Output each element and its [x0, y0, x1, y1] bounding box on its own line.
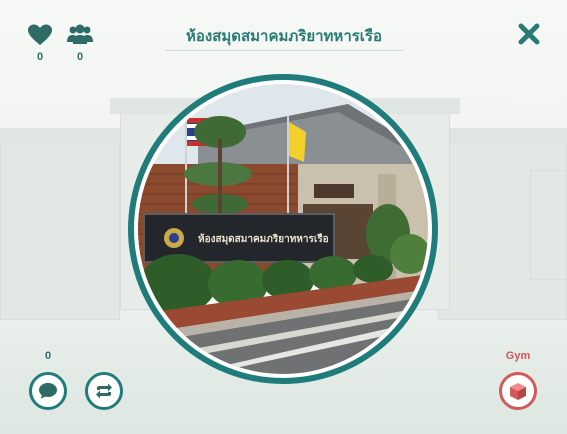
share-button[interactable]	[85, 372, 123, 410]
likes-stat[interactable]: 0	[25, 24, 55, 63]
cube-icon	[510, 383, 526, 400]
gym-label: Gym	[505, 350, 531, 362]
group-icon	[65, 24, 95, 48]
heart-icon	[25, 24, 55, 48]
gym-button[interactable]	[499, 372, 537, 410]
close-icon	[518, 23, 540, 45]
poi-photo: ห้องสมุดสมาคมภริยาทหารเรือ	[138, 84, 428, 374]
members-count: 0	[76, 51, 84, 63]
title-divider	[165, 50, 403, 51]
repeat-icon	[96, 383, 112, 399]
comment-count: 0	[44, 350, 52, 362]
members-stat[interactable]: 0	[65, 24, 95, 63]
chat-bubble-icon	[39, 383, 57, 399]
likes-count: 0	[36, 51, 44, 63]
comment-button[interactable]	[29, 372, 67, 410]
poi-photo-frame[interactable]: ห้องสมุดสมาคมภริยาทหารเรือ	[128, 74, 438, 384]
close-button[interactable]	[516, 21, 542, 47]
photo-sign-text: ห้องสมุดสมาคมภริยาทหารเรือ	[198, 233, 329, 245]
page-title: ห้องสมุดสมาคมภริยาทหารเรือ	[186, 27, 382, 45]
